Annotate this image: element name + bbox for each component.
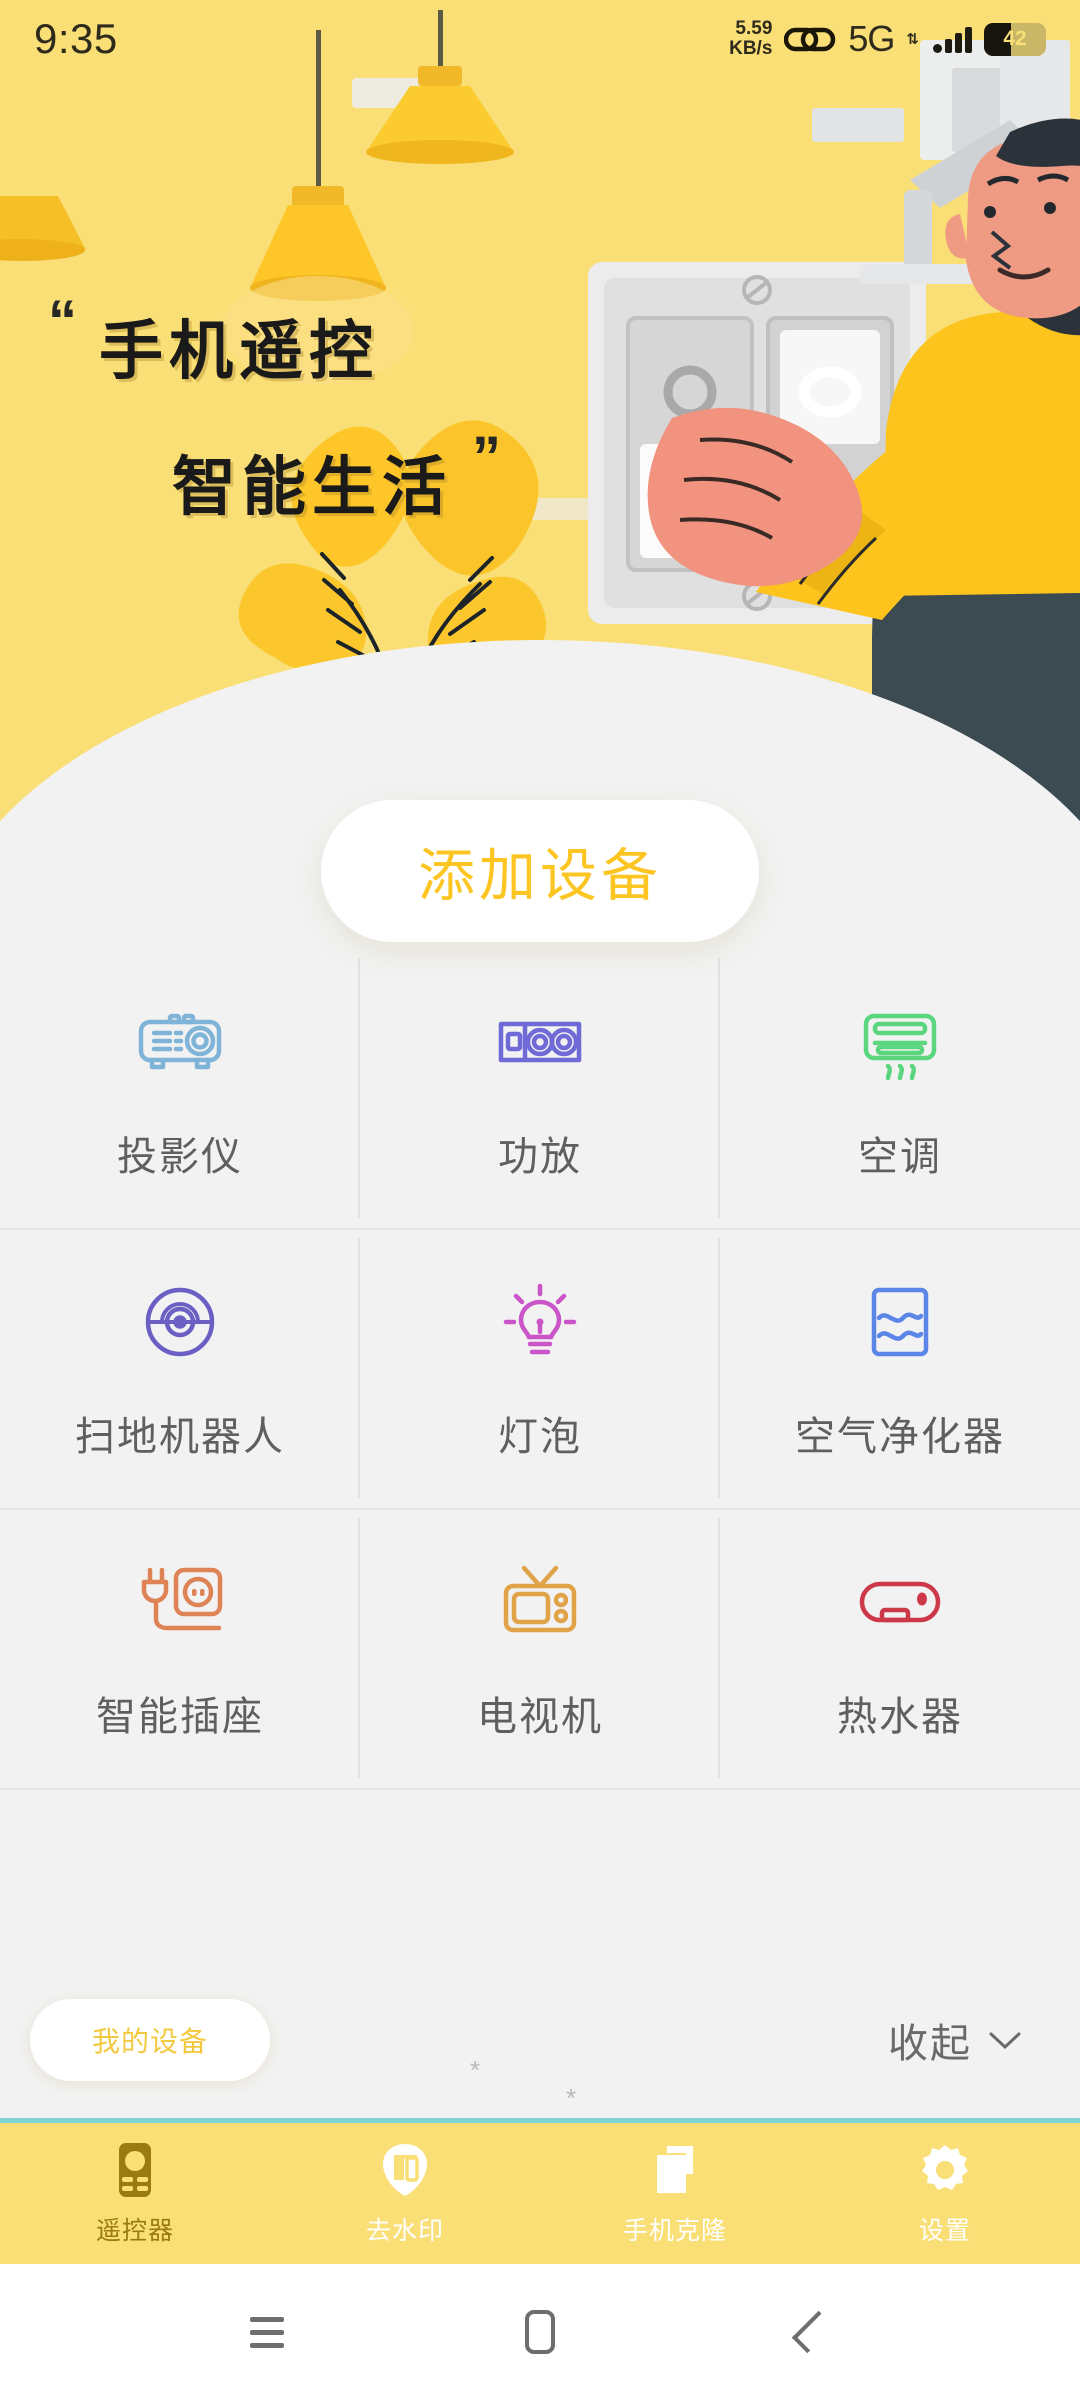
device-cell-television[interactable]: 电视机 (360, 1508, 720, 1788)
tab-label: 遥控器 (95, 2215, 174, 2245)
air-purifier-icon (852, 1274, 948, 1370)
tab-remove-watermark[interactable]: 去水印 (270, 2141, 540, 2247)
data-transfer-icon: ⇅ (906, 31, 919, 48)
quote-close-mark: ” (472, 425, 501, 490)
chain-link-icon (784, 27, 836, 52)
back-icon[interactable] (783, 2302, 843, 2362)
remote-control-icon (109, 2141, 161, 2199)
device-label: 空气净化器 (795, 1414, 1005, 1460)
network-type-label: 5G (848, 18, 895, 59)
device-cell-projector[interactable]: 投影仪 (0, 948, 360, 1228)
device-label: 灯泡 (498, 1414, 582, 1460)
amplifier-icon (492, 994, 588, 1090)
hero-slogan-text-2: 智能生活 (172, 451, 452, 525)
network-speed-indicator: 5.59 KB/s (729, 19, 772, 59)
collapse-label: 收起 (888, 2021, 972, 2067)
tab-label: 去水印 (365, 2215, 444, 2245)
tab-label: 设置 (918, 2215, 971, 2245)
tab-remote-control[interactable]: 遥控器 (0, 2141, 270, 2247)
app-screen: 9:35 5.59 KB/s 5G ⇅ 42 “ 手机遥控 智能生活 ” 添加设… (0, 0, 1080, 2400)
device-cell-air-conditioner[interactable]: 空调 (720, 948, 1080, 1228)
add-device-button[interactable]: 添加设备 (321, 800, 759, 942)
projector-icon (132, 994, 228, 1090)
chevron-down-icon (989, 2032, 1021, 2050)
star-marks: * * (470, 2055, 630, 2115)
quote-open-mark: “ (48, 289, 77, 354)
tab-settings[interactable]: 设置 (810, 2141, 1080, 2247)
device-cell-light-bulb[interactable]: 灯泡 (360, 1228, 720, 1508)
star-mark: * (470, 2055, 481, 2085)
phone-clone-icon (649, 2141, 701, 2199)
network-speed-unit: KB/s (729, 38, 773, 59)
grid-bottom-divider (0, 1788, 1080, 1790)
my-devices-label: 我的设备 (91, 2025, 208, 2058)
device-cell-smart-socket[interactable]: 智能插座 (0, 1508, 360, 1788)
home-icon[interactable] (510, 2302, 570, 2362)
battery-percent-label: 42 (1003, 27, 1027, 50)
bottom-tab-bar: 遥控器 去水印 手机克隆 设置 (0, 2118, 1080, 2264)
hero-slogan-line-2: 智能生活 ” (172, 428, 501, 528)
my-devices-button[interactable]: 我的设备 (30, 1999, 270, 2081)
device-label: 智能插座 (96, 1694, 264, 1740)
star-mark: * (566, 2083, 577, 2113)
add-device-label: 添加设备 (418, 843, 662, 909)
television-icon (492, 1554, 588, 1650)
light-bulb-icon (492, 1274, 588, 1370)
hero-slogan-line-1: “ 手机遥控 (48, 292, 501, 392)
tab-label: 手机克隆 (622, 2215, 727, 2245)
hero-slogan-text-1: 手机遥控 (99, 315, 379, 389)
battery-indicator: 42 (984, 22, 1046, 56)
status-clock: 9:35 (34, 15, 118, 62)
status-indicators: 5.59 KB/s 5G ⇅ 42 (729, 18, 1046, 60)
watermark-remove-icon (379, 2141, 431, 2199)
signal-bars-icon (933, 25, 972, 53)
tab-phone-clone[interactable]: 手机克隆 (540, 2141, 810, 2247)
device-cell-amplifier[interactable]: 功放 (360, 948, 720, 1228)
recents-icon[interactable] (237, 2302, 297, 2362)
network-speed-value: 5.59 (735, 18, 773, 39)
water-heater-icon (852, 1554, 948, 1650)
collapse-button[interactable]: 收起 (888, 2011, 1050, 2069)
device-label: 扫地机器人 (75, 1414, 285, 1460)
device-label: 电视机 (477, 1694, 603, 1740)
status-bar: 9:35 5.59 KB/s 5G ⇅ 42 (0, 0, 1080, 78)
device-label: 投影仪 (117, 1134, 243, 1180)
air-conditioner-icon (852, 994, 948, 1090)
hero-slogan: “ 手机遥控 智能生活 ” (48, 292, 501, 528)
device-grid: 投影仪 功放 空调 扫地机器人 灯泡 空气净化器 智能插座 电视机 热水器 (0, 948, 1080, 1788)
smart-socket-icon (132, 1554, 228, 1650)
gear-icon (919, 2141, 971, 2199)
device-label: 空调 (858, 1134, 942, 1180)
device-cell-water-heater[interactable]: 热水器 (720, 1508, 1080, 1788)
device-cell-air-purifier[interactable]: 空气净化器 (720, 1228, 1080, 1508)
device-cell-robot-vacuum[interactable]: 扫地机器人 (0, 1228, 360, 1508)
robot-vacuum-icon (132, 1274, 228, 1370)
system-navigation-bar (0, 2264, 1080, 2400)
device-label: 功放 (498, 1134, 582, 1180)
device-label: 热水器 (837, 1694, 963, 1740)
